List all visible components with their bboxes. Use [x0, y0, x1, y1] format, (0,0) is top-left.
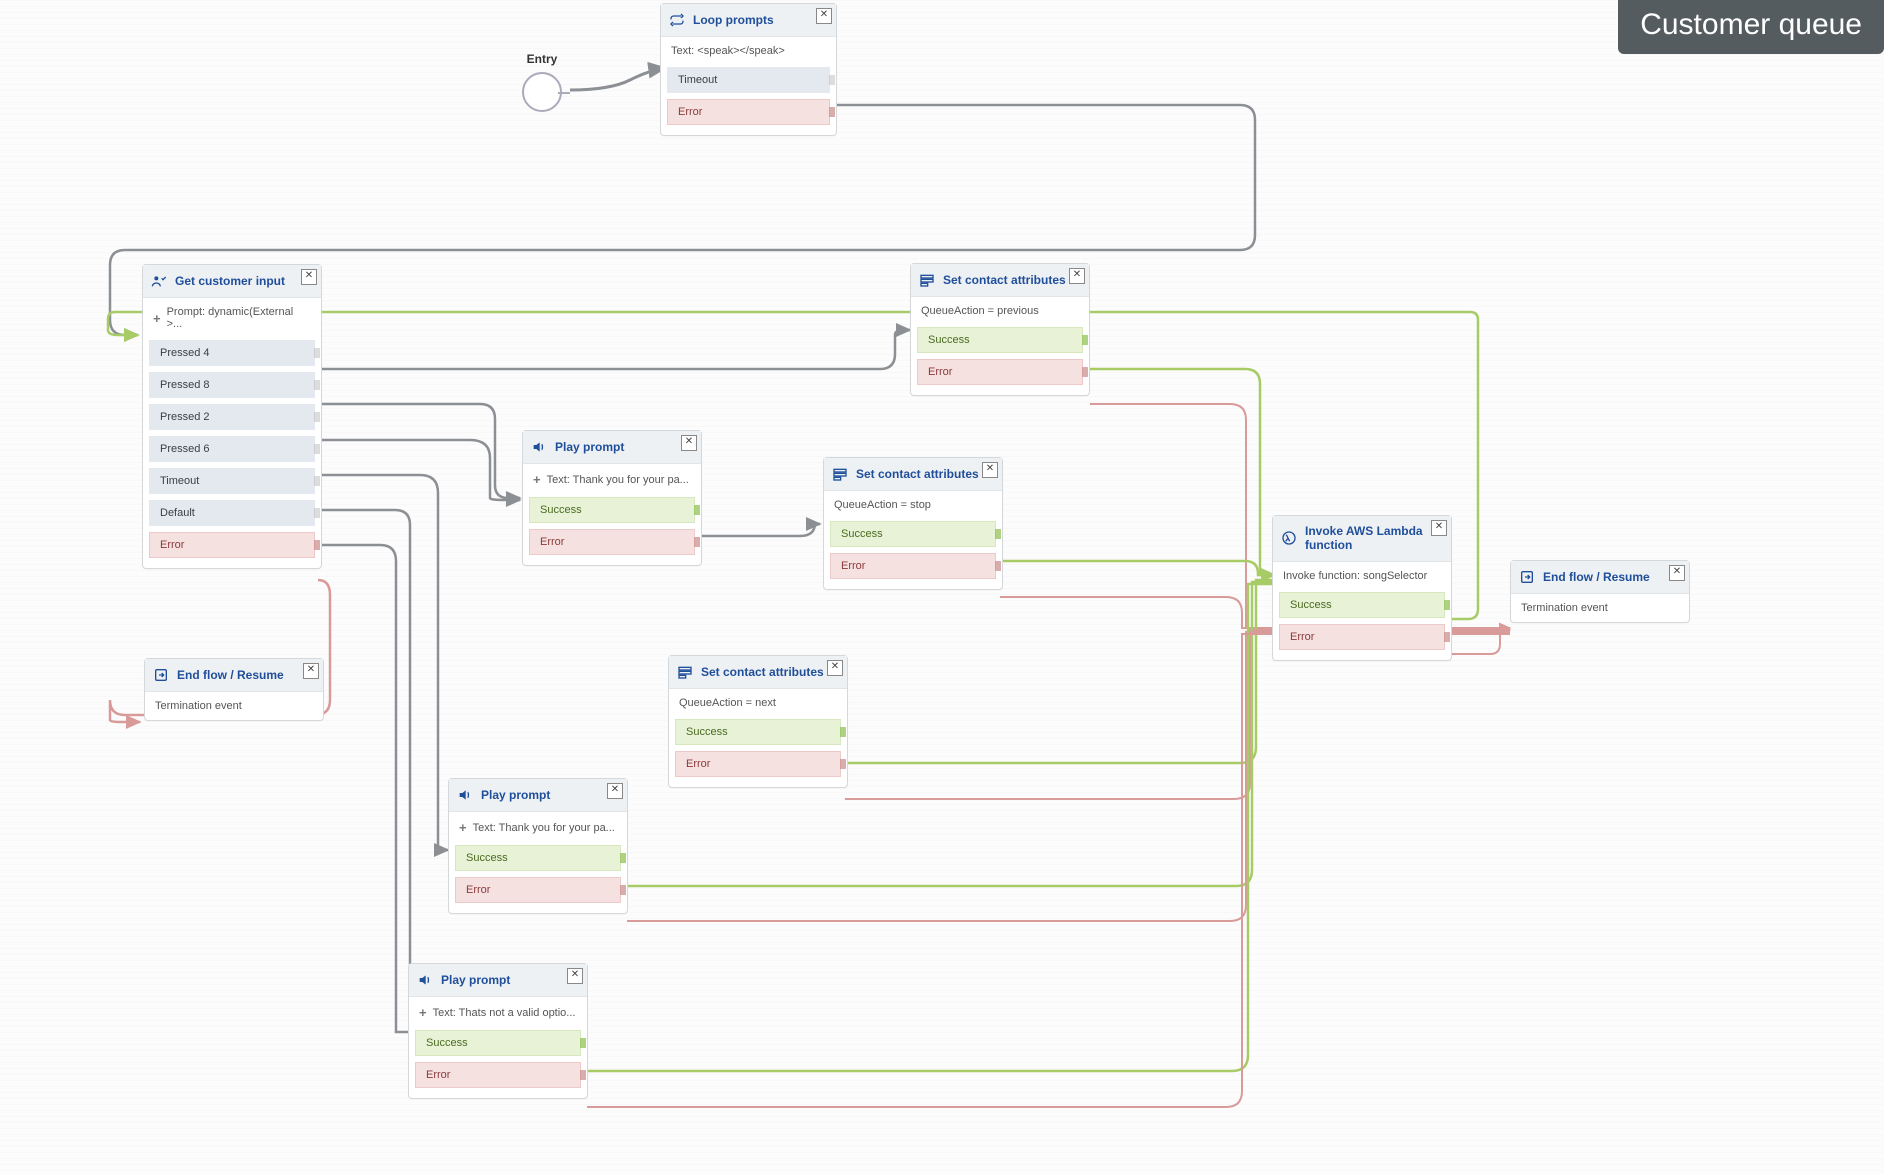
loop-prompts-body[interactable]: Text: <speak></speak> [661, 37, 836, 65]
end-flow-right-body-text: Termination event [1521, 602, 1608, 614]
loop-prompts-body-text: Text: <speak></speak> [671, 45, 785, 57]
branch-error[interactable]: Error [415, 1062, 581, 1088]
set-attr-prev-body: QueueAction = previous [911, 297, 1089, 325]
get-customer-input-body-text: Prompt: dynamic(External >... [167, 306, 311, 330]
set-attr-stop-block[interactable]: Set contact attributes ✕ QueueAction = s… [823, 457, 1003, 590]
speaker-icon [457, 787, 473, 803]
branch-error[interactable]: Error [149, 532, 315, 558]
branch-error[interactable]: Error [917, 359, 1083, 385]
end-flow-left-body-text: Termination event [155, 700, 242, 712]
play-prompt-2-body-text: Text: Thank you for your pa... [473, 822, 615, 834]
entry-label: Entry [510, 52, 574, 66]
expand-icon[interactable]: + [419, 1005, 427, 1020]
set-attr-next-title: Set contact attributes [701, 665, 824, 679]
branch-success[interactable]: Success [830, 521, 996, 547]
play-prompt-1-title: Play prompt [555, 440, 624, 454]
close-icon[interactable]: ✕ [301, 269, 317, 285]
set-attr-next-block[interactable]: Set contact attributes ✕ QueueAction = n… [668, 655, 848, 788]
play-prompt-3-title: Play prompt [441, 973, 510, 987]
expand-icon[interactable]: + [533, 472, 541, 487]
attributes-icon [919, 272, 935, 288]
play-prompt-1-body-text: Text: Thank you for your pa... [547, 474, 689, 486]
branch-timeout[interactable]: Timeout [149, 468, 315, 494]
invoke-lambda-body: Invoke function: songSelector [1273, 562, 1451, 590]
set-attr-stop-title: Set contact attributes [856, 467, 979, 481]
entry-circle-icon [522, 72, 562, 112]
play-prompt-1-body[interactable]: + Text: Thank you for your pa... [523, 464, 701, 495]
branch-error[interactable]: Error [830, 553, 996, 579]
branch-success[interactable]: Success [1279, 592, 1445, 618]
branch-success[interactable]: Success [415, 1030, 581, 1056]
invoke-lambda-title: Invoke AWS Lambda function [1305, 524, 1443, 553]
speaker-icon [417, 972, 433, 988]
play-prompt-3-body-text: Text: Thats not a valid optio... [433, 1007, 576, 1019]
branch-success[interactable]: Success [529, 497, 695, 523]
get-customer-input-body[interactable]: + Prompt: dynamic(External >... [143, 298, 321, 338]
invoke-lambda-body-text: Invoke function: songSelector [1283, 570, 1427, 582]
set-attr-stop-body: QueueAction = stop [824, 491, 1002, 519]
set-attr-prev-title: Set contact attributes [943, 273, 1066, 287]
get-customer-input-block[interactable]: Get customer input ✕ + Prompt: dynamic(E… [142, 264, 322, 569]
lambda-icon [1281, 530, 1297, 546]
branch-success[interactable]: Success [917, 327, 1083, 353]
play-prompt-1-block[interactable]: Play prompt ✕ + Text: Thank you for your… [522, 430, 702, 566]
branch-error[interactable]: Error [455, 877, 621, 903]
branch-pressed-6[interactable]: Pressed 6 [149, 436, 315, 462]
invoke-lambda-block[interactable]: Invoke AWS Lambda function ✕ Invoke func… [1272, 515, 1452, 661]
expand-icon[interactable]: + [153, 311, 161, 326]
entry-node[interactable]: Entry [510, 52, 574, 112]
branch-error[interactable]: Error [675, 751, 841, 777]
end-flow-icon [1519, 569, 1535, 585]
close-icon[interactable]: ✕ [816, 8, 832, 24]
close-icon[interactable]: ✕ [1431, 520, 1447, 536]
close-icon[interactable]: ✕ [827, 660, 843, 676]
close-icon[interactable]: ✕ [1669, 565, 1685, 581]
set-attr-stop-body-text: QueueAction = stop [834, 499, 931, 511]
end-flow-left-title: End flow / Resume [177, 668, 284, 682]
branch-pressed-4[interactable]: Pressed 4 [149, 340, 315, 366]
end-flow-left-block[interactable]: End flow / Resume ✕ Termination event [144, 658, 324, 721]
end-flow-right-block[interactable]: End flow / Resume ✕ Termination event [1510, 560, 1690, 623]
get-customer-input-title: Get customer input [175, 274, 285, 288]
branch-error[interactable]: Error [667, 99, 830, 125]
customer-input-icon [151, 273, 167, 289]
close-icon[interactable]: ✕ [303, 663, 319, 679]
play-prompt-2-block[interactable]: Play prompt ✕ + Text: Thank you for your… [448, 778, 628, 914]
set-attr-prev-block[interactable]: Set contact attributes ✕ QueueAction = p… [910, 263, 1090, 396]
close-icon[interactable]: ✕ [567, 968, 583, 984]
end-flow-right-body: Termination event [1511, 594, 1689, 622]
branch-pressed-2[interactable]: Pressed 2 [149, 404, 315, 430]
expand-icon[interactable]: + [459, 820, 467, 835]
branch-success[interactable]: Success [675, 719, 841, 745]
branch-default[interactable]: Default [149, 500, 315, 526]
play-prompt-2-body[interactable]: + Text: Thank you for your pa... [449, 812, 627, 843]
speaker-icon [531, 439, 547, 455]
play-prompt-2-title: Play prompt [481, 788, 550, 802]
end-flow-left-body: Termination event [145, 692, 323, 720]
play-prompt-3-block[interactable]: Play prompt ✕ + Text: Thats not a valid … [408, 963, 588, 1099]
end-flow-icon [153, 667, 169, 683]
close-icon[interactable]: ✕ [1069, 268, 1085, 284]
play-prompt-3-body[interactable]: + Text: Thats not a valid optio... [409, 997, 587, 1028]
branch-error[interactable]: Error [1279, 624, 1445, 650]
set-attr-next-body-text: QueueAction = next [679, 697, 776, 709]
attributes-icon [677, 664, 693, 680]
loop-prompts-block[interactable]: Loop prompts ✕ Text: <speak></speak> Tim… [660, 3, 837, 136]
close-icon[interactable]: ✕ [607, 783, 623, 799]
branch-pressed-8[interactable]: Pressed 8 [149, 372, 315, 398]
loop-icon [669, 12, 685, 28]
branch-success[interactable]: Success [455, 845, 621, 871]
set-attr-next-body: QueueAction = next [669, 689, 847, 717]
loop-prompts-title: Loop prompts [693, 13, 774, 27]
close-icon[interactable]: ✕ [681, 435, 697, 451]
set-attr-prev-body-text: QueueAction = previous [921, 305, 1039, 317]
branch-error[interactable]: Error [529, 529, 695, 555]
attributes-icon [832, 466, 848, 482]
end-flow-right-title: End flow / Resume [1543, 570, 1650, 584]
page-title: Customer queue [1618, 0, 1884, 54]
close-icon[interactable]: ✕ [982, 462, 998, 478]
branch-timeout[interactable]: Timeout [667, 67, 830, 93]
